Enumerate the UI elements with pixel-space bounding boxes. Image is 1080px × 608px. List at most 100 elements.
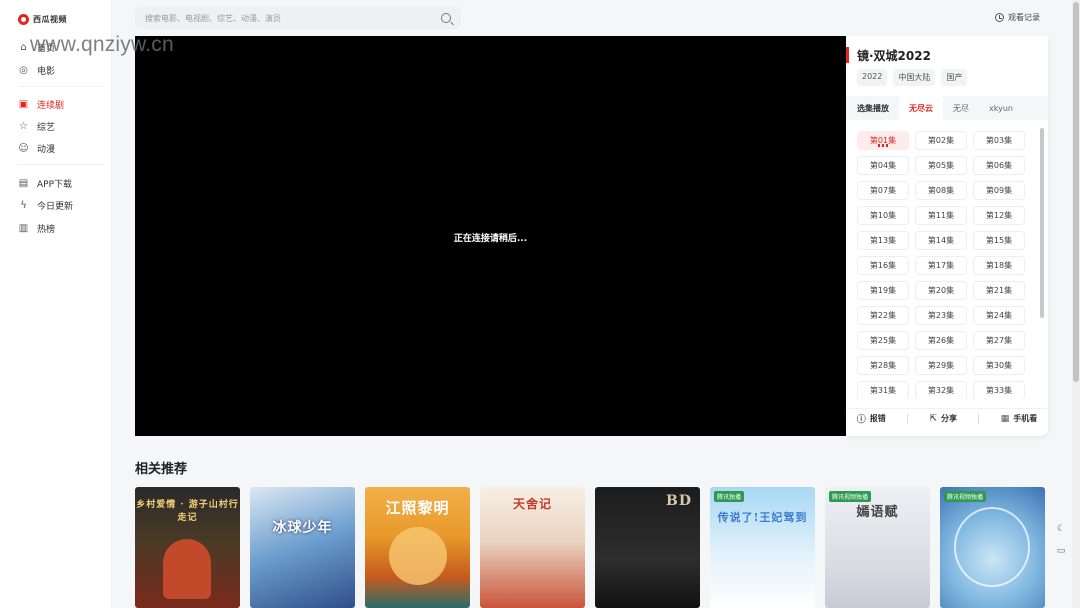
episode-button[interactable]: 第19集 — [857, 281, 909, 300]
episode-button[interactable]: 第02集 — [915, 131, 967, 150]
poster-globe — [954, 507, 1030, 587]
episode-button[interactable]: 第08集 — [915, 181, 967, 200]
sidebar-item-label: 综艺 — [37, 122, 56, 133]
episode-button[interactable]: 第28集 — [857, 356, 909, 375]
episode-scrollbar[interactable] — [1040, 124, 1044, 399]
film-icon: ◎ — [19, 64, 28, 76]
poster-card[interactable]: 乡村爱情 · 游子山村行走记 — [135, 487, 240, 608]
tab-source-wujin[interactable]: 无尽 — [943, 96, 979, 120]
episode-button[interactable]: 第07集 — [857, 181, 909, 200]
episode-button[interactable]: 第14集 — [915, 231, 967, 250]
sidebar-item-movie[interactable]: ◎ 电影 — [0, 59, 112, 81]
episode-button[interactable]: 第24集 — [973, 306, 1025, 325]
episode-button[interactable]: 第04集 — [857, 156, 909, 175]
search-bar — [135, 7, 461, 29]
tag-region[interactable]: 中国大陆 — [893, 69, 936, 86]
episode-button[interactable]: 第13集 — [857, 231, 909, 250]
episode-button[interactable]: 第20集 — [915, 281, 967, 300]
poster-card[interactable]: 腾讯视频独播 嫣语赋 — [825, 487, 930, 608]
tag-type[interactable]: 国产 — [941, 69, 968, 86]
episode-button[interactable]: 第26集 — [915, 331, 967, 350]
show-tags: 2022 中国大陆 国产 — [857, 69, 968, 86]
poster-badge: 腾讯视频独播 — [944, 491, 987, 502]
feedback-button[interactable]: ▭ — [1054, 544, 1068, 558]
poster-title: 江照黎明 — [385, 499, 450, 517]
sidebar-item-anime[interactable]: ☺ 动漫 — [0, 137, 112, 159]
floating-tools: ☾ ▭ — [1054, 522, 1068, 558]
sidebar-item-label: 连续剧 — [37, 100, 65, 111]
search-icon[interactable] — [441, 13, 451, 23]
episode-button[interactable]: 第17集 — [915, 256, 967, 275]
page-scrollbar-thumb[interactable] — [1073, 2, 1079, 382]
sidebar-divider — [18, 164, 104, 165]
sidebar-item-app[interactable]: ▤ APP下载 — [0, 172, 112, 194]
poster-card[interactable]: 腾讯独播 传说了!王妃驾到 — [710, 487, 815, 608]
episode-button[interactable]: 第27集 — [973, 331, 1025, 350]
sidebar-item-label: 动漫 — [37, 144, 56, 155]
poster-card[interactable]: BD — [595, 487, 700, 608]
poster-card[interactable]: 天舍记 — [480, 487, 585, 608]
episode-button[interactable]: 第29集 — [915, 356, 967, 375]
episode-button[interactable]: 第23集 — [915, 306, 967, 325]
brand-logo[interactable]: 西瓜视频 — [18, 12, 67, 26]
sidebar-item-label: 首页 — [37, 43, 56, 54]
page-scrollbar[interactable] — [1072, 0, 1080, 608]
moon-icon: ☾ — [1056, 524, 1066, 534]
episode-button[interactable]: 第15集 — [973, 231, 1025, 250]
sidebar-item-variety[interactable]: ☆ 综艺 — [0, 115, 112, 137]
episode-button[interactable]: 第16集 — [857, 256, 909, 275]
tab-episode-select: 选集播放 — [857, 103, 889, 113]
scrollbar-thumb[interactable] — [1040, 128, 1044, 318]
poster-card[interactable]: 江照黎明 — [365, 487, 470, 608]
qrcode-icon: ▦ — [1000, 413, 1010, 424]
episode-button[interactable]: 第25集 — [857, 331, 909, 350]
episode-button[interactable]: 第09集 — [973, 181, 1025, 200]
mobile-watch-button[interactable]: ▦ 手机看 — [1001, 413, 1038, 424]
search-input[interactable] — [145, 13, 441, 23]
brand-name: 西瓜视频 — [33, 14, 67, 24]
poster-card[interactable]: 腾讯视频独播 — [940, 487, 1045, 608]
episode-button[interactable]: 第31集 — [857, 381, 909, 399]
episode-button[interactable]: 第18集 — [973, 256, 1025, 275]
player-status-text: 正在连接请稍后... — [453, 233, 528, 244]
sidebar-item-hot[interactable]: ▥ 热榜 — [0, 217, 112, 239]
sidebar-item-today[interactable]: ϟ 今日更新 — [0, 194, 112, 216]
source-tabs: 选集播放 无尽云 无尽 xkyun — [846, 96, 1048, 120]
video-player[interactable]: 正在连接请稍后... — [135, 36, 846, 436]
watch-history-button[interactable]: 观看记录 — [995, 12, 1040, 23]
feedback-icon: ▭ — [1056, 546, 1066, 556]
episode-button[interactable]: 第03集 — [973, 131, 1025, 150]
sidebar-item-label: APP下载 — [37, 179, 73, 190]
clock-icon — [995, 13, 1004, 22]
episode-button[interactable]: 第32集 — [915, 381, 967, 399]
report-button[interactable]: ⓘ 报错 — [857, 412, 886, 425]
share-button[interactable]: ⇱ 分享 — [929, 413, 957, 424]
poster-title: 冰球少年 — [272, 520, 333, 536]
episode-button[interactable]: 第33集 — [973, 381, 1025, 399]
panel-actions: ⓘ 报错 ⇱ 分享 ▦ 手机看 — [846, 408, 1048, 428]
sidebar-item-label: 今日更新 — [37, 201, 74, 212]
show-title: 镜·双城2022 — [857, 49, 931, 63]
episode-button[interactable]: 第11集 — [915, 206, 967, 225]
episode-button[interactable]: 第22集 — [857, 306, 909, 325]
episode-button[interactable]: 第10集 — [857, 206, 909, 225]
episode-button[interactable]: 第06集 — [973, 156, 1025, 175]
episode-button[interactable]: 第30集 — [973, 356, 1025, 375]
home-icon: ⌂ — [20, 41, 27, 53]
sidebar-item-series[interactable]: ▣ 连续剧 — [0, 93, 112, 115]
tab-source-wujinyun[interactable]: 无尽云 — [899, 96, 943, 120]
recommend-list: 乡村爱情 · 游子山村行走记 冰球少年 江照黎明 天舍记 BD 腾讯独播 传说了… — [135, 487, 1045, 608]
sidebar-divider — [18, 86, 104, 87]
tag-year[interactable]: 2022 — [857, 69, 888, 86]
episode-button[interactable]: 第21集 — [973, 281, 1025, 300]
episode-button[interactable]: 第12集 — [973, 206, 1025, 225]
recommend-title: 相关推荐 — [135, 462, 188, 477]
poster-card[interactable]: 冰球少年 — [250, 487, 355, 608]
episode-button[interactable]: 第01集 — [857, 131, 909, 150]
sidebar-item-home[interactable]: ⌂ 首页 — [0, 36, 112, 58]
episode-button[interactable]: 第05集 — [915, 156, 967, 175]
dark-mode-toggle[interactable]: ☾ — [1054, 522, 1068, 536]
tab-source-xkyun[interactable]: xkyun — [979, 96, 1023, 120]
poster-title: 嫣语赋 — [856, 505, 899, 520]
report-label: 报错 — [869, 414, 886, 423]
